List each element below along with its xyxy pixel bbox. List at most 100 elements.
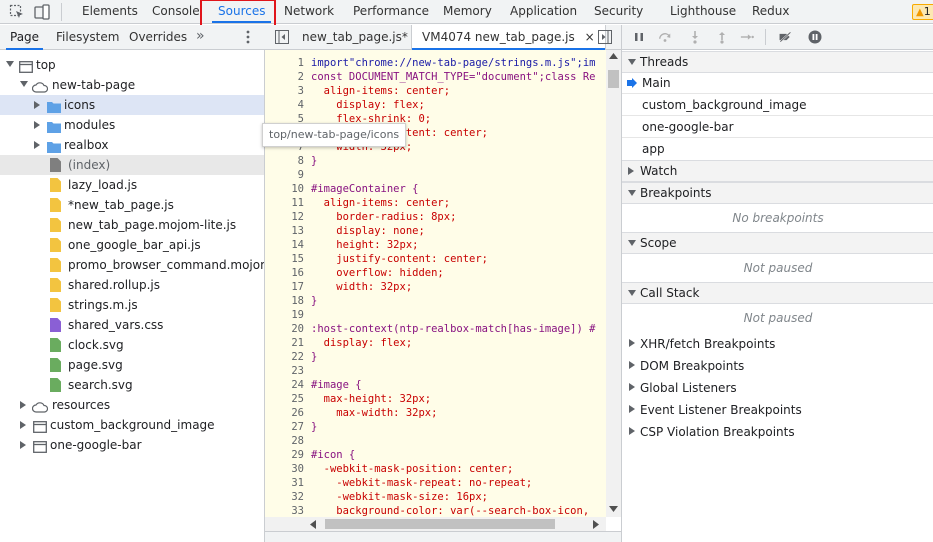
tab-elements[interactable]: Elements bbox=[82, 0, 138, 23]
tree-item[interactable]: one-google-bar bbox=[0, 435, 264, 455]
step-over-icon[interactable] bbox=[658, 30, 672, 44]
more-options-icon[interactable] bbox=[246, 30, 250, 44]
tree-item[interactable]: page.svg bbox=[0, 355, 264, 375]
collapsed-section-header[interactable]: XHR/fetch Breakpoints bbox=[622, 333, 933, 355]
navigator-tab-page[interactable]: Page bbox=[5, 25, 44, 50]
editor-vertical-scrollbar[interactable] bbox=[606, 50, 621, 517]
tab-network[interactable]: Network bbox=[284, 0, 334, 23]
thread-app[interactable]: app bbox=[622, 138, 933, 160]
tree-item[interactable]: *new_tab_page.js bbox=[0, 195, 264, 215]
step-icon[interactable] bbox=[740, 30, 754, 44]
collapsed-section-header[interactable]: Event Listener Breakpoints bbox=[622, 399, 933, 421]
pause-icon[interactable] bbox=[632, 30, 646, 44]
scroll-down-icon[interactable] bbox=[609, 506, 618, 512]
tree-item[interactable]: realbox bbox=[0, 135, 264, 155]
thread-custom-background-image[interactable]: custom_background_image bbox=[622, 94, 933, 116]
warnings-badge[interactable]: ▲1 bbox=[912, 4, 933, 20]
more-tabs-button[interactable]: » bbox=[196, 25, 205, 49]
tree-item[interactable]: top bbox=[0, 55, 264, 75]
code-line: #image { bbox=[311, 379, 362, 391]
toggle-navigator-icon[interactable] bbox=[275, 30, 289, 44]
code-line: } bbox=[311, 155, 318, 167]
breakpoints-section-header[interactable]: Breakpoints bbox=[622, 182, 933, 204]
tree-item-label: lazy_load.js bbox=[68, 178, 138, 192]
navigator-tab-overrides[interactable]: Overrides bbox=[129, 25, 187, 49]
line-number: 19 bbox=[291, 309, 304, 321]
collapse-arrow-icon[interactable] bbox=[34, 141, 40, 149]
editor-tabs: new_tab_page.js* VM4074 new_tab_page.js … bbox=[265, 25, 621, 50]
scroll-up-icon[interactable] bbox=[609, 53, 618, 59]
call-stack-not-paused-message: Not paused bbox=[743, 311, 813, 325]
scope-section-header[interactable]: Scope bbox=[622, 232, 933, 254]
tree-item[interactable]: shared_vars.css bbox=[0, 315, 264, 335]
tree-item-label: shared_vars.css bbox=[68, 318, 164, 332]
tree-item[interactable]: new-tab-page bbox=[0, 75, 264, 95]
collapsed-section-header[interactable]: Global Listeners bbox=[622, 377, 933, 399]
collapse-arrow-icon[interactable] bbox=[34, 121, 40, 129]
toolbar-divider bbox=[61, 3, 62, 21]
tab-application[interactable]: Application bbox=[510, 0, 577, 23]
tree-item[interactable]: strings.m.js bbox=[0, 295, 264, 315]
code-line: align-items: center; bbox=[311, 197, 451, 209]
tab-memory[interactable]: Memory bbox=[443, 0, 492, 23]
code-line: } bbox=[311, 295, 318, 307]
tree-item-label: one_google_bar_api.js bbox=[68, 238, 201, 252]
collapse-arrow-icon[interactable] bbox=[34, 101, 40, 109]
editor-tab-new-tab-page[interactable]: new_tab_page.js* bbox=[302, 25, 408, 49]
expand-arrow-icon[interactable] bbox=[6, 61, 14, 67]
tab-security[interactable]: Security bbox=[594, 0, 643, 23]
tree-item[interactable]: search.svg bbox=[0, 375, 264, 395]
tree-item[interactable]: resources bbox=[0, 395, 264, 415]
tree-item[interactable]: shared.rollup.js bbox=[0, 275, 264, 295]
editor-tab-vm4074[interactable]: VM4074 new_tab_page.js × bbox=[411, 25, 606, 50]
thread-main[interactable]: Main bbox=[622, 72, 933, 94]
tab-console[interactable]: Console bbox=[152, 0, 200, 23]
step-out-icon[interactable] bbox=[715, 30, 729, 44]
tree-item[interactable]: (index) bbox=[0, 155, 264, 175]
tree-item[interactable]: custom_background_image bbox=[0, 415, 264, 435]
device-toolbar-icon[interactable] bbox=[34, 4, 50, 20]
scroll-left-icon[interactable] bbox=[310, 520, 316, 529]
line-number: 29 bbox=[291, 449, 304, 461]
expand-arrow-icon[interactable] bbox=[20, 81, 28, 87]
inspect-element-icon[interactable] bbox=[9, 4, 25, 20]
tree-item[interactable]: icons bbox=[0, 95, 264, 115]
code-editor[interactable]: 1234567891011121314151617181920212223242… bbox=[265, 50, 621, 517]
warning-icon: ▲ bbox=[916, 7, 924, 18]
collapsed-section-header[interactable]: CSP Violation Breakpoints bbox=[622, 421, 933, 443]
tree-item[interactable]: clock.svg bbox=[0, 335, 264, 355]
thread-label: app bbox=[642, 142, 665, 156]
tab-redux[interactable]: Redux bbox=[752, 0, 790, 23]
tree-item[interactable]: lazy_load.js bbox=[0, 175, 264, 195]
debugger-toolbar bbox=[621, 25, 933, 50]
thread-one-google-bar[interactable]: one-google-bar bbox=[622, 116, 933, 138]
navigator-tab-filesystem[interactable]: Filesystem bbox=[56, 25, 119, 49]
collapse-arrow-icon[interactable] bbox=[20, 441, 26, 449]
code-line: height: 32px; bbox=[311, 239, 419, 251]
scroll-right-icon[interactable] bbox=[593, 520, 599, 529]
toggle-debugger-icon[interactable] bbox=[598, 30, 612, 44]
step-into-icon[interactable] bbox=[688, 30, 702, 44]
vertical-scroll-thumb[interactable] bbox=[608, 70, 619, 88]
tab-performance[interactable]: Performance bbox=[353, 0, 429, 23]
collapsed-section-header[interactable]: DOM Breakpoints bbox=[622, 355, 933, 377]
watch-section-header[interactable]: Watch bbox=[622, 160, 933, 182]
tree-item[interactable]: new_tab_page.mojom-lite.js bbox=[0, 215, 264, 235]
collapse-arrow-icon bbox=[629, 361, 635, 369]
tree-item[interactable]: one_google_bar_api.js bbox=[0, 235, 264, 255]
call-stack-section-header[interactable]: Call Stack bbox=[622, 282, 933, 304]
collapse-arrow-icon[interactable] bbox=[20, 401, 26, 409]
deactivate-breakpoints-icon[interactable] bbox=[778, 30, 792, 44]
close-tab-icon[interactable]: × bbox=[585, 30, 595, 44]
tab-lighthouse[interactable]: Lighthouse bbox=[670, 0, 736, 23]
threads-section-header[interactable]: Threads bbox=[622, 51, 933, 73]
tree-item-label: promo_browser_command.mojom-lite.js bbox=[68, 258, 264, 272]
collapse-arrow-icon[interactable] bbox=[20, 421, 26, 429]
code-line: display: flex; bbox=[311, 99, 425, 111]
tree-item[interactable]: modules bbox=[0, 115, 264, 135]
horizontal-scroll-thumb[interactable] bbox=[325, 519, 555, 529]
line-number: 11 bbox=[291, 197, 304, 209]
tree-item[interactable]: promo_browser_command.mojom-lite.js bbox=[0, 255, 264, 275]
pause-on-exceptions-icon[interactable] bbox=[808, 30, 822, 44]
tab-sources[interactable]: Sources bbox=[211, 0, 273, 23]
